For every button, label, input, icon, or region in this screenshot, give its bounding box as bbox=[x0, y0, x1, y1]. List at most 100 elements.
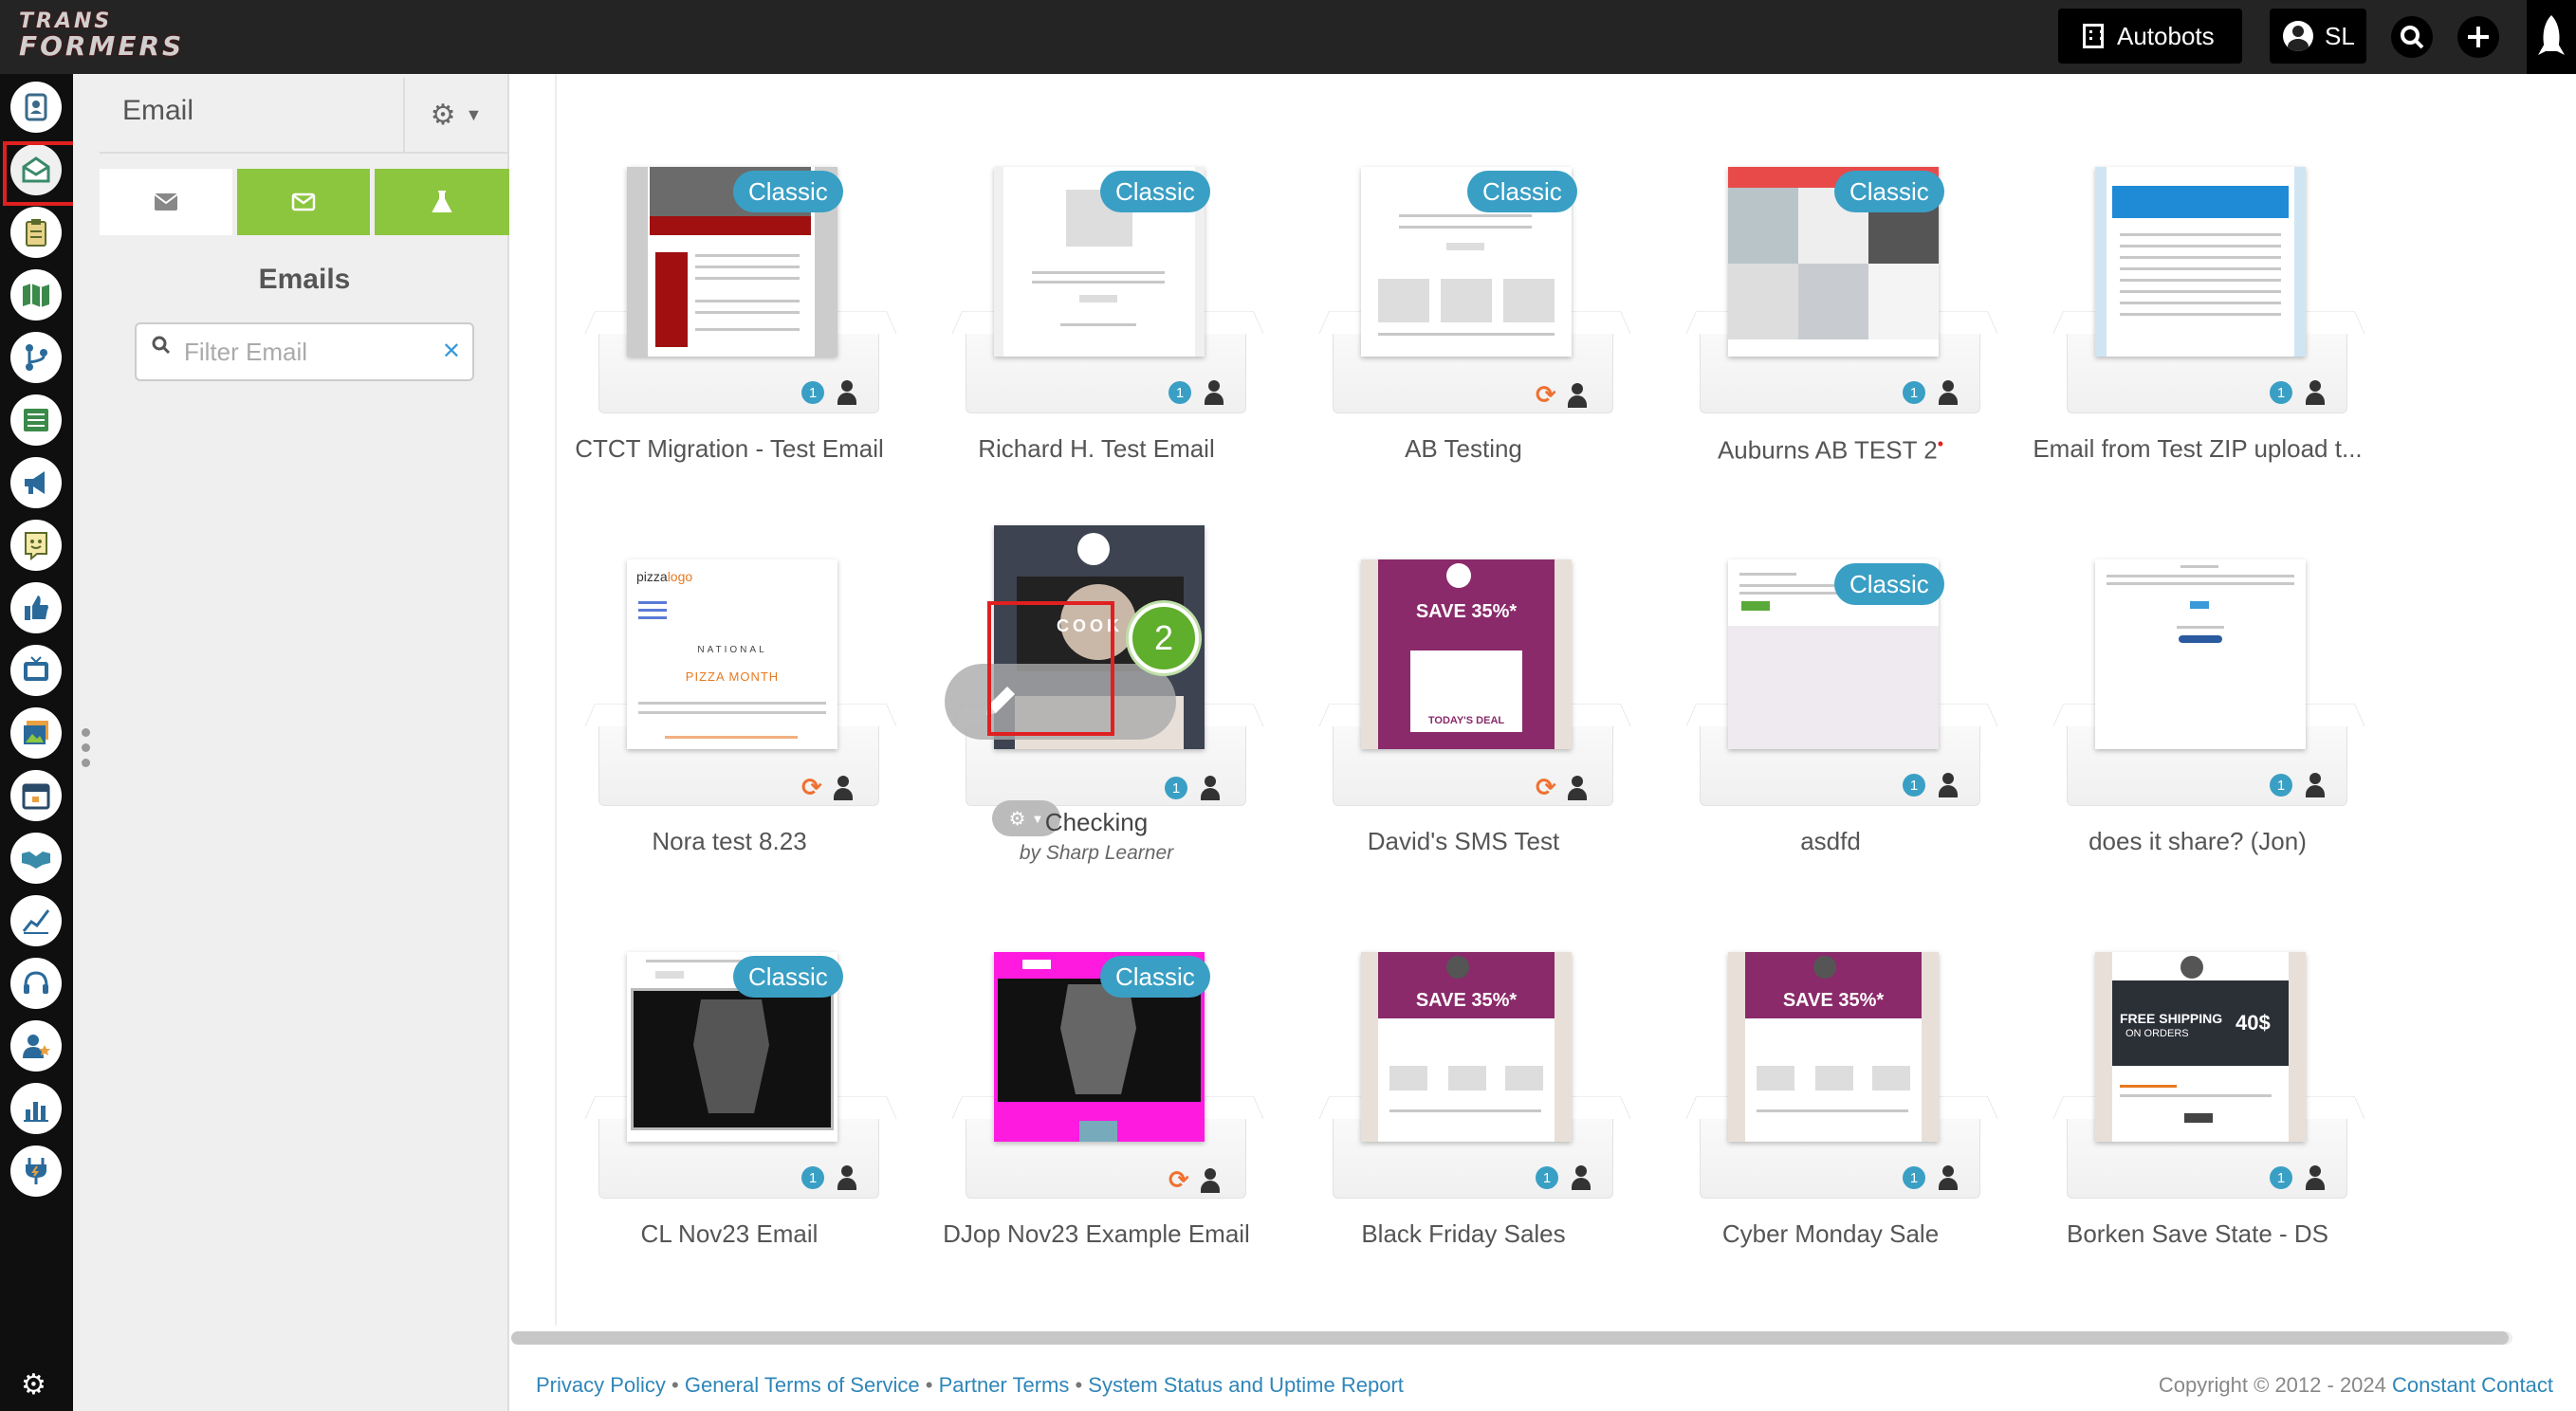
thumb-todays-deal-text: TODAY'S DEAL bbox=[1427, 715, 1505, 726]
organization-button[interactable]: Autobots bbox=[2058, 9, 2242, 64]
brand-logo[interactable]: TRANS FORMERS bbox=[13, 8, 193, 62]
email-thumbnail: SAVE 35%* bbox=[1728, 952, 1939, 1142]
classic-badge: Classic bbox=[733, 171, 843, 212]
brand-logo-bottom: FORMERS bbox=[19, 30, 185, 62]
support-nav[interactable] bbox=[10, 958, 62, 1009]
owner-icon bbox=[2304, 773, 2327, 797]
thumb-pizza-month-text: PIZZA MONTH bbox=[685, 669, 780, 684]
email-thumbnail: FREE SHIPPING ON ORDERS 40$ bbox=[2095, 952, 2306, 1142]
terms-link[interactable]: General Terms of Service bbox=[685, 1373, 920, 1397]
version-count-badge: 1 bbox=[1903, 774, 1925, 797]
version-count-badge: 1 bbox=[2270, 381, 2292, 404]
privacy-policy-link[interactable]: Privacy Policy bbox=[536, 1373, 666, 1397]
email-card[interactable]: pizzalogo NATIONAL PIZZA MONTH ⟳ Nora te… bbox=[578, 559, 879, 958]
contacts-icon bbox=[25, 93, 47, 121]
email-title: Cyber Monday Sale bbox=[1721, 1219, 1940, 1248]
calendar-nav[interactable] bbox=[10, 770, 62, 821]
owner-icon bbox=[2304, 380, 2327, 405]
rocket-icon bbox=[2538, 15, 2565, 55]
card-meta: 1 bbox=[1165, 776, 1222, 800]
panel-splitter[interactable] bbox=[73, 74, 100, 1411]
image-gallery-icon bbox=[24, 721, 48, 744]
system-status-link[interactable]: System Status and Uptime Report bbox=[1088, 1373, 1404, 1397]
analytics-nav[interactable] bbox=[10, 895, 62, 946]
search-button[interactable] bbox=[2391, 16, 2433, 58]
email-card[interactable]: 1 does it share? (Jon) bbox=[2046, 559, 2347, 958]
users-nav[interactable] bbox=[10, 1020, 62, 1072]
step-callout-2: 2 bbox=[1129, 603, 1199, 673]
events-nav[interactable] bbox=[10, 645, 62, 696]
panel-settings-button[interactable]: ⚙ ▼ bbox=[403, 78, 507, 152]
lists-nav[interactable] bbox=[10, 394, 62, 446]
search-icon bbox=[152, 336, 171, 360]
contacts-nav[interactable] bbox=[10, 82, 62, 133]
add-button[interactable] bbox=[2457, 16, 2499, 58]
tab-emails[interactable] bbox=[100, 169, 232, 235]
caret-down-icon: ▼ bbox=[465, 104, 483, 124]
email-card[interactable]: SAVE 35%* 1 Cyber Monday Sale bbox=[1679, 952, 1980, 1350]
owner-icon bbox=[832, 775, 855, 800]
email-card[interactable]: Classic 1 Richard H. Test Email bbox=[945, 167, 1246, 565]
footer-links: Privacy Policy • General Terms of Servic… bbox=[536, 1373, 1404, 1397]
plug-icon bbox=[26, 1158, 46, 1184]
email-card[interactable]: Classic ⟳ AB Testing bbox=[1312, 167, 1613, 565]
version-count-badge: 1 bbox=[1903, 1166, 1925, 1189]
card-meta: 1 bbox=[2270, 1165, 2327, 1190]
card-meta: 1 bbox=[1168, 380, 1225, 405]
partner-terms-link[interactable]: Partner Terms bbox=[939, 1373, 1070, 1397]
thumbs-up-icon bbox=[25, 596, 48, 620]
owner-icon bbox=[1203, 380, 1225, 405]
email-author: by Sharp Learner bbox=[1019, 842, 1174, 864]
surveys-nav[interactable] bbox=[10, 520, 62, 571]
email-card[interactable]: 1 Email from Test ZIP upload t... bbox=[2033, 167, 2363, 565]
list-icon bbox=[24, 409, 48, 431]
email-card[interactable]: SAVE 35%* TODAY'S DEAL ⟳ David's SMS Tes… bbox=[1312, 559, 1613, 958]
workflows-nav[interactable] bbox=[10, 332, 62, 383]
email-gallery: Classic 1 CTCT Migration - Test Email Cl… bbox=[511, 74, 2576, 1411]
card-meta: 1 bbox=[2270, 773, 2327, 797]
email-card[interactable]: Classic 1 Auburns AB TEST 2• bbox=[1679, 167, 1980, 565]
owner-icon bbox=[1199, 776, 1222, 800]
partners-nav[interactable] bbox=[10, 833, 62, 884]
card-meta: 1 bbox=[1903, 1165, 1960, 1190]
version-count-badge: 1 bbox=[1168, 381, 1191, 404]
company-link[interactable]: Constant Contact bbox=[2392, 1373, 2553, 1397]
survey-face-icon bbox=[25, 532, 47, 561]
email-card[interactable]: Classic 1 asdfd bbox=[1679, 559, 1980, 958]
images-nav[interactable] bbox=[10, 707, 62, 759]
pizza-logo-suffix: logo bbox=[667, 569, 693, 584]
campaigns-nav[interactable] bbox=[10, 457, 62, 508]
reports-nav[interactable] bbox=[10, 1083, 62, 1134]
tab-tests[interactable] bbox=[375, 169, 509, 235]
email-side-panel: Email ⚙ ▼ Emails ✕ bbox=[100, 74, 509, 1411]
step-callout-2-label: 2 bbox=[1153, 618, 1174, 657]
building-icon bbox=[2083, 24, 2104, 48]
email-title: Checking bbox=[1044, 808, 1149, 836]
owner-icon bbox=[1937, 1165, 1960, 1190]
tab-sent[interactable] bbox=[237, 169, 370, 235]
ab-test-sync-icon: ⟳ bbox=[1536, 773, 1556, 801]
social-nav[interactable] bbox=[10, 582, 62, 633]
ab-test-sync-icon: ⟳ bbox=[1168, 1165, 1189, 1194]
classic-badge: Classic bbox=[1834, 171, 1944, 212]
email-title: DJop Nov23 Example Email bbox=[943, 1219, 1250, 1248]
email-card[interactable]: Classic ⟳ DJop Nov23 Example Email bbox=[943, 952, 1250, 1350]
thumb-national-text: NATIONAL bbox=[697, 645, 767, 655]
integrations-nav[interactable] bbox=[10, 1145, 62, 1197]
email-card[interactable]: Classic 1 CTCT Migration - Test Email bbox=[575, 167, 884, 565]
emails-heading: Emails bbox=[258, 264, 351, 295]
copyright: Copyright © 2012 - 2024 Constant Contact bbox=[2159, 1373, 2553, 1398]
email-card[interactable]: SAVE 35%* 1 Black Friday Sales bbox=[1312, 952, 1613, 1350]
settings-gear-icon[interactable]: ⚙ bbox=[21, 1368, 46, 1402]
scrollbar-thumb[interactable] bbox=[511, 1331, 2509, 1345]
user-menu-button[interactable]: SL bbox=[2270, 9, 2366, 64]
clear-filter-icon[interactable]: ✕ bbox=[442, 338, 461, 365]
horizontal-scrollbar[interactable] bbox=[511, 1331, 2512, 1345]
forms-nav[interactable] bbox=[10, 207, 62, 258]
filter-email-input[interactable] bbox=[184, 334, 440, 370]
launch-button[interactable] bbox=[2527, 0, 2576, 74]
email-card[interactable]: Classic 1 CL Nov23 Email bbox=[578, 952, 879, 1350]
card-meta: 1 bbox=[1903, 380, 1960, 405]
maps-nav[interactable] bbox=[10, 269, 62, 321]
email-card[interactable]: FREE SHIPPING ON ORDERS 40$ 1 Borken Sav… bbox=[2046, 952, 2347, 1350]
